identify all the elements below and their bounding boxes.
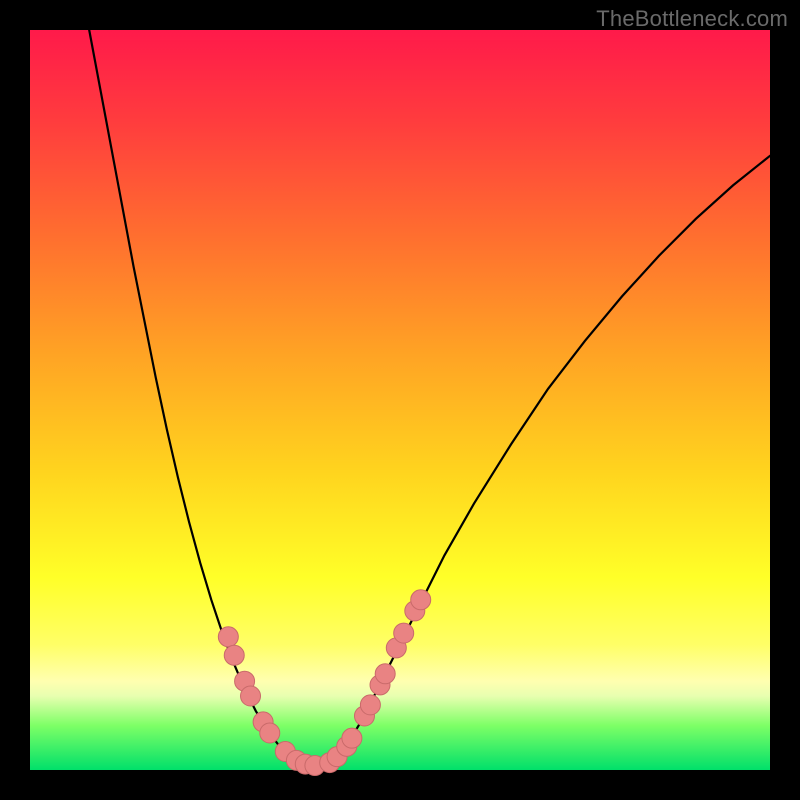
data-dot <box>394 623 414 643</box>
data-dot <box>224 645 244 665</box>
data-dot <box>260 723 280 743</box>
chart-svg <box>30 30 770 770</box>
watermark-text: TheBottleneck.com <box>596 6 788 32</box>
data-dot <box>241 686 261 706</box>
data-dots <box>218 590 430 776</box>
chart-frame: TheBottleneck.com <box>0 0 800 800</box>
data-dot <box>360 695 380 715</box>
data-dot <box>218 627 238 647</box>
data-dot <box>411 590 431 610</box>
data-dot <box>375 664 395 684</box>
plot-area <box>30 30 770 770</box>
data-dot <box>342 728 362 748</box>
bottleneck-curve <box>89 30 770 766</box>
